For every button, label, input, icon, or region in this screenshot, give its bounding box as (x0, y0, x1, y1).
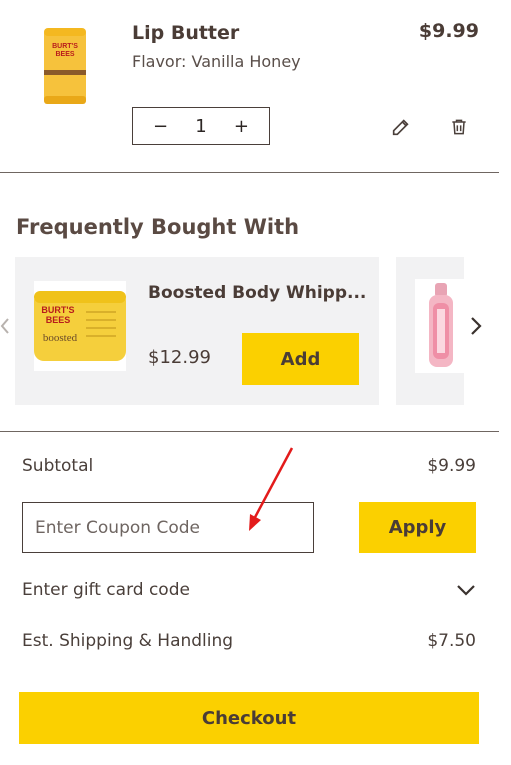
add-to-cart-button[interactable]: Add (242, 333, 359, 385)
quantity-value[interactable]: 1 (195, 116, 206, 137)
decrement-button[interactable]: − (153, 116, 168, 137)
svg-text:boosted: boosted (43, 332, 78, 344)
shipping-label: Est. Shipping & Handling (22, 631, 234, 651)
product-card (396, 257, 464, 405)
pencil-icon[interactable] (389, 115, 413, 139)
apply-coupon-button[interactable]: Apply (359, 502, 476, 553)
gift-card-toggle[interactable]: Enter gift card code (22, 580, 190, 600)
subtotal-value: $9.99 (427, 456, 476, 476)
product-card-title[interactable]: Boosted Body Whipp... (148, 283, 376, 303)
divider (0, 431, 499, 432)
item-price: $9.99 (418, 20, 479, 42)
item-title: Lip Butter (132, 22, 240, 44)
svg-text:BURT'S: BURT'S (41, 305, 74, 315)
quantity-stepper: − 1 + (132, 107, 270, 145)
shipping-value: $7.50 (427, 631, 476, 651)
chevron-down-icon[interactable] (456, 582, 476, 601)
subtotal-label: Subtotal (22, 456, 94, 476)
section-heading: Frequently Bought With (16, 215, 300, 239)
product-image: BURT'S BEES boosted (34, 281, 126, 371)
product-image: BURT'S BEES (30, 22, 100, 110)
checkout-button[interactable]: Checkout (19, 692, 479, 744)
item-flavor: Flavor: Vanilla Honey (132, 52, 301, 71)
svg-text:BEES: BEES (46, 315, 71, 325)
carousel-next-icon[interactable] (468, 315, 484, 341)
product-card: BURT'S BEES boosted Boosted Body Whipp..… (15, 257, 379, 405)
product-image (415, 279, 464, 373)
increment-button[interactable]: + (234, 116, 249, 137)
product-carousel: BURT'S BEES boosted Boosted Body Whipp..… (0, 257, 464, 407)
coupon-code-input[interactable] (22, 502, 314, 553)
trash-icon[interactable] (447, 115, 471, 139)
svg-text:BEES: BEES (55, 51, 74, 58)
svg-text:BURT'S: BURT'S (52, 43, 78, 50)
divider (0, 172, 499, 173)
product-card-price: $12.99 (148, 347, 211, 368)
